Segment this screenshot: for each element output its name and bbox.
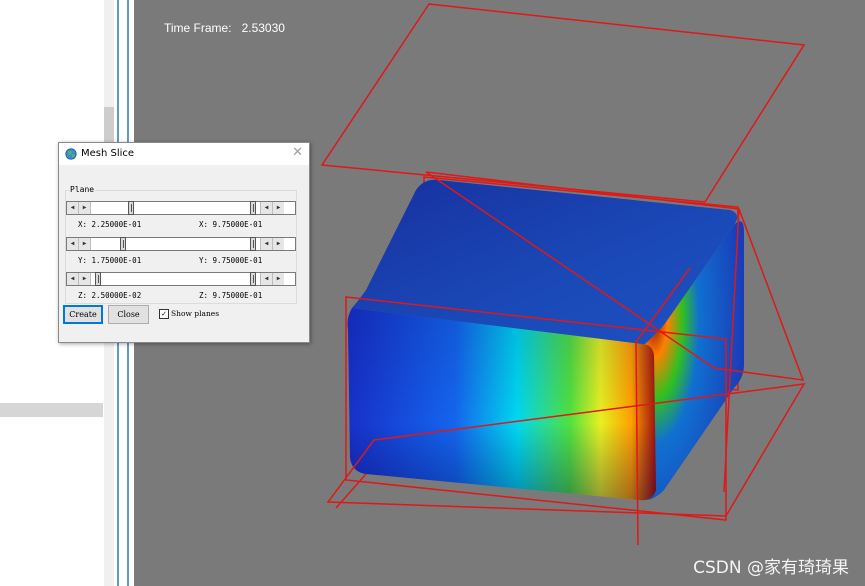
dialog-title: Mesh Slice bbox=[81, 148, 135, 159]
time-frame-readout: Time Frame: 2.53030 bbox=[164, 21, 285, 35]
globe-icon bbox=[65, 148, 77, 160]
x-range-slider[interactable]: ◀ ▶ ◀ ▶ bbox=[66, 201, 296, 215]
scroll-left-icon[interactable]: ◀ bbox=[67, 238, 79, 250]
y-range-slider[interactable]: ◀ ▶ ◀ ▶ bbox=[66, 237, 296, 251]
dialog-titlebar[interactable]: Mesh Slice ✕ bbox=[59, 143, 309, 165]
z-min-thumb[interactable] bbox=[95, 272, 102, 286]
show-planes-checkbox[interactable]: ✓ bbox=[159, 309, 169, 319]
x-min-thumb[interactable] bbox=[127, 201, 134, 215]
z-min-value: Z: 2.50000E-02 bbox=[78, 291, 142, 300]
y-min-value: Y: 1.75000E-01 bbox=[78, 256, 142, 265]
scroll-right-icon[interactable]: ▶ bbox=[272, 238, 284, 250]
show-planes-label: Show planes bbox=[171, 309, 220, 318]
x-min-value: X: 2.25000E-01 bbox=[78, 220, 142, 229]
x-max-value: X: 9.75000E-01 bbox=[199, 220, 263, 229]
scroll-left-icon[interactable]: ◀ bbox=[260, 202, 272, 214]
scroll-right-icon[interactable]: ▶ bbox=[79, 202, 91, 214]
close-icon[interactable]: ✕ bbox=[292, 146, 303, 160]
y-min-thumb[interactable] bbox=[119, 237, 126, 251]
time-frame-value: 2.53030 bbox=[241, 21, 285, 35]
z-max-value: Z: 9.75000E-01 bbox=[199, 291, 263, 300]
scroll-right-icon[interactable]: ▶ bbox=[272, 273, 284, 285]
y-max-thumb[interactable] bbox=[249, 237, 256, 251]
left-divider bbox=[0, 403, 103, 417]
scroll-right-icon[interactable]: ▶ bbox=[272, 202, 284, 214]
x-max-thumb[interactable] bbox=[249, 201, 256, 215]
y-max-value: Y: 9.75000E-01 bbox=[199, 256, 263, 265]
watermark: CSDN @家有琦琦果 bbox=[693, 558, 849, 578]
scroll-right-icon[interactable]: ▶ bbox=[79, 238, 91, 250]
plane-group-label: Plane bbox=[69, 185, 96, 194]
scroll-left-icon[interactable]: ◀ bbox=[260, 238, 272, 250]
z-max-thumb[interactable] bbox=[249, 272, 256, 286]
scroll-right-icon[interactable]: ▶ bbox=[79, 273, 91, 285]
time-frame-label: Time Frame: bbox=[164, 21, 232, 35]
mesh-slice-dialog: Mesh Slice ✕ Plane ◀ ▶ ◀ ▶ X: 2.25000E-0… bbox=[58, 142, 310, 343]
slice-plane-top bbox=[320, 3, 806, 203]
create-button[interactable]: Create bbox=[63, 305, 103, 324]
scroll-left-icon[interactable]: ◀ bbox=[67, 273, 79, 285]
close-button[interactable]: Close bbox=[108, 305, 149, 324]
scroll-left-icon[interactable]: ◀ bbox=[67, 202, 79, 214]
z-range-slider[interactable]: ◀ ▶ ◀ ▶ bbox=[66, 272, 296, 286]
scroll-left-icon[interactable]: ◀ bbox=[260, 273, 272, 285]
